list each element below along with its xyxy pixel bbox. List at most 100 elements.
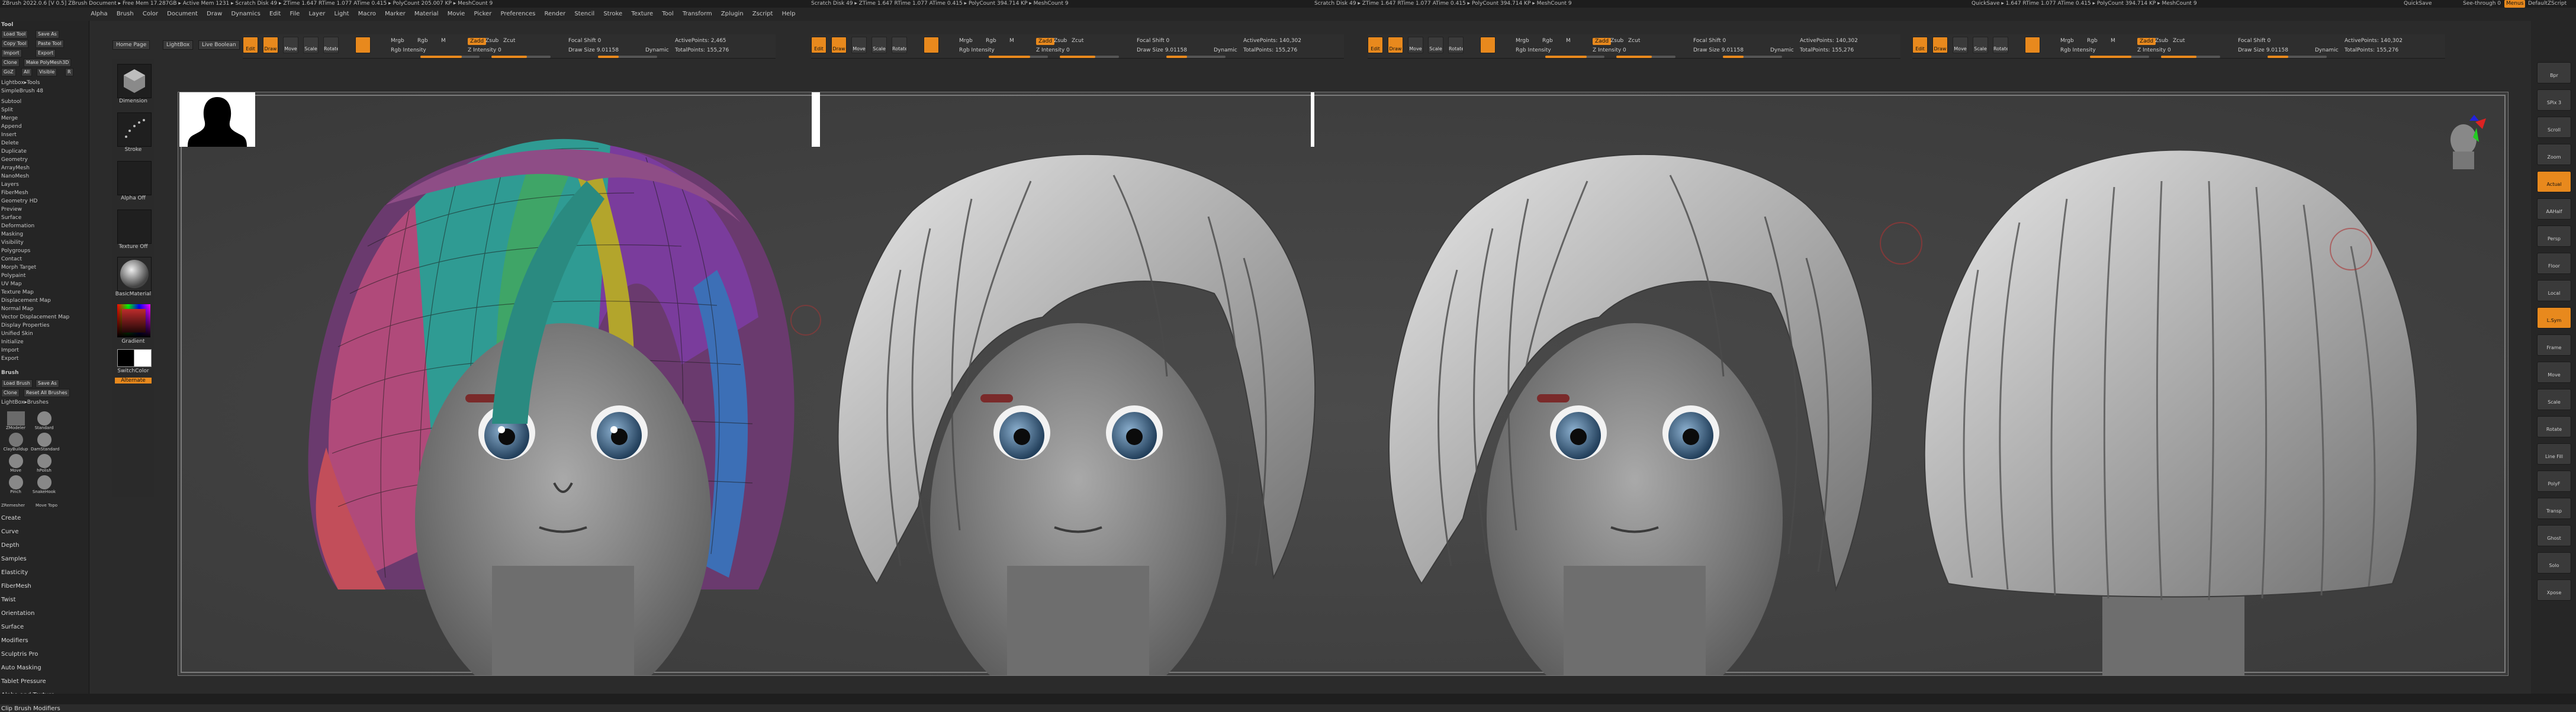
brush-menu-fibermesh[interactable]: FiberMesh: [1, 583, 31, 589]
slider-track[interactable]: [2161, 56, 2220, 58]
split-item[interactable]: Split: [1, 107, 13, 113]
edit-button[interactable]: Edit: [1912, 37, 1928, 53]
rgb-button[interactable]: Rgb: [986, 38, 996, 44]
brush-menu-depth[interactable]: Depth: [1, 542, 19, 549]
brush-tile[interactable]: SnakeHook: [31, 475, 57, 494]
mrgb-button[interactable]: Mrgb: [959, 38, 973, 44]
clone-button[interactable]: Clone: [1, 59, 20, 67]
zadd-button[interactable]: Zadd: [468, 38, 487, 45]
all-button[interactable]: All: [21, 68, 32, 76]
move-button[interactable]: Move: [1408, 37, 1423, 53]
mrgb-button[interactable]: Mrgb: [2060, 38, 2074, 44]
menu-light[interactable]: Light: [335, 8, 349, 21]
lightbox-tools[interactable]: Lightbox▸Tools: [1, 80, 40, 86]
deformation-item[interactable]: Deformation: [1, 223, 34, 229]
rgb-intensity-slider[interactable]: Rgb Intensity: [1516, 47, 1551, 53]
default-zscript-button[interactable]: DefaultZScript: [2528, 0, 2567, 8]
brush-menu-sculptris[interactable]: Sculptris Pro: [1, 651, 38, 658]
surface-item[interactable]: Surface: [1, 215, 21, 221]
switch-color-label[interactable]: SwitchColor: [115, 368, 152, 374]
color-picker[interactable]: [117, 304, 150, 337]
slider-track[interactable]: [1545, 56, 1604, 58]
duplicate-item[interactable]: Duplicate: [1, 149, 27, 154]
polygroups-item[interactable]: Polygroups: [1, 248, 30, 254]
view-frame-button[interactable]: Frame: [2537, 334, 2571, 356]
menu-document[interactable]: Document: [167, 8, 198, 21]
view-local-button[interactable]: Local: [2537, 280, 2571, 301]
zsub-button[interactable]: Zsub: [1054, 38, 1067, 44]
brush-tile[interactable]: ZModeler: [2, 411, 29, 430]
sphere-mode-icon[interactable]: [924, 37, 939, 53]
slider-track[interactable]: [2268, 56, 2327, 58]
lightbox-brushes[interactable]: LightBox▸Brushes: [1, 400, 49, 405]
menu-tool[interactable]: Tool: [662, 8, 673, 21]
focal-shift-slider[interactable]: Focal Shift 0: [2238, 38, 2271, 44]
move-button[interactable]: Move: [851, 37, 867, 53]
slider-track[interactable]: [598, 56, 657, 58]
menu-alpha[interactable]: Alpha: [91, 8, 107, 21]
paste-tool-button[interactable]: Paste Tool: [36, 40, 64, 48]
view-floor-button[interactable]: Floor: [2537, 253, 2571, 274]
draw-button[interactable]: Draw: [1388, 37, 1403, 53]
menu-movie[interactable]: Movie: [448, 8, 465, 21]
visibility-item[interactable]: Visibility: [1, 240, 24, 246]
vector-displacement-item[interactable]: Vector Displacement Map: [1, 314, 69, 320]
brush-menu-automasking[interactable]: Auto Masking: [1, 665, 41, 671]
view-scroll-button[interactable]: Scroll: [2537, 117, 2571, 138]
rgb-intensity-slider[interactable]: Rgb Intensity: [391, 47, 426, 53]
rgb-button[interactable]: Rgb: [417, 38, 428, 44]
draw-size-slider[interactable]: Draw Size 9.01158: [568, 47, 619, 53]
m-button[interactable]: M: [441, 38, 446, 44]
import-button[interactable]: Import: [1, 49, 22, 57]
geometry-hd-item[interactable]: Geometry HD: [1, 198, 37, 204]
menu-help[interactable]: Help: [782, 8, 796, 21]
menu-brush[interactable]: Brush: [117, 8, 134, 21]
sphere-mode-icon[interactable]: [2025, 37, 2040, 53]
rotate-button[interactable]: Rotate: [1993, 37, 2008, 53]
menu-stencil[interactable]: Stencil: [574, 8, 594, 21]
brush-menu-surface[interactable]: Surface: [1, 624, 24, 630]
menu-material[interactable]: Material: [414, 8, 439, 21]
menu-layer[interactable]: Layer: [308, 8, 325, 21]
menu-zplugin[interactable]: Zplugin: [721, 8, 744, 21]
view-xpose-button[interactable]: Xpose: [2537, 579, 2571, 601]
append-item[interactable]: Append: [1, 124, 22, 130]
zcut-button[interactable]: Zcut: [1628, 38, 1640, 44]
draw-button[interactable]: Draw: [1932, 37, 1948, 53]
menu-macro[interactable]: Macro: [358, 8, 376, 21]
quicksave-button[interactable]: QuickSave: [2404, 0, 2432, 8]
z-intensity-slider[interactable]: Z Intensity 0: [468, 47, 501, 53]
live-boolean-button[interactable]: Live Boolean: [198, 40, 240, 50]
display-properties-item[interactable]: Display Properties: [1, 323, 50, 328]
view-scale-button[interactable]: Scale: [2537, 389, 2571, 410]
import-item[interactable]: Import: [1, 347, 19, 353]
draw-size-slider[interactable]: Draw Size 9.01158: [1137, 47, 1187, 53]
brush-tile-label[interactable]: Move Topo: [36, 503, 57, 508]
alternate-button[interactable]: Alternate: [115, 378, 152, 384]
view-transp-button[interactable]: Transp: [2537, 498, 2571, 519]
initialize-item[interactable]: Initialize: [1, 339, 24, 345]
edit-button[interactable]: Edit: [1368, 37, 1383, 53]
menu-stroke[interactable]: Stroke: [603, 8, 622, 21]
m-button[interactable]: M: [1009, 38, 1014, 44]
arraymesh-item[interactable]: ArrayMesh: [1, 165, 30, 171]
brush-menu-elasticity[interactable]: Elasticity: [1, 569, 28, 576]
view-persp-button[interactable]: Persp: [2537, 225, 2571, 247]
brush-menu-samples[interactable]: Samples: [1, 556, 27, 562]
focal-shift-slider[interactable]: Focal Shift 0: [568, 38, 601, 44]
menu-edit[interactable]: Edit: [269, 8, 281, 21]
view-spix-3-button[interactable]: SPix 3: [2537, 89, 2571, 111]
menu-draw[interactable]: Draw: [207, 8, 222, 21]
masking-item[interactable]: Masking: [1, 231, 23, 237]
edit-button[interactable]: Edit: [243, 37, 258, 53]
menu-render[interactable]: Render: [545, 8, 566, 21]
menu-picker[interactable]: Picker: [474, 8, 492, 21]
rgb-button[interactable]: Rgb: [1542, 38, 1553, 44]
make-polymesh-button[interactable]: Make PolyMesh3D: [24, 59, 72, 67]
scale-button[interactable]: Scale: [1973, 37, 1988, 53]
m-button[interactable]: M: [1566, 38, 1571, 44]
preview-item[interactable]: Preview: [1, 207, 22, 212]
move-button[interactable]: Move: [1953, 37, 1968, 53]
r-button[interactable]: R: [65, 68, 73, 76]
slider-track[interactable]: [1166, 56, 1226, 58]
